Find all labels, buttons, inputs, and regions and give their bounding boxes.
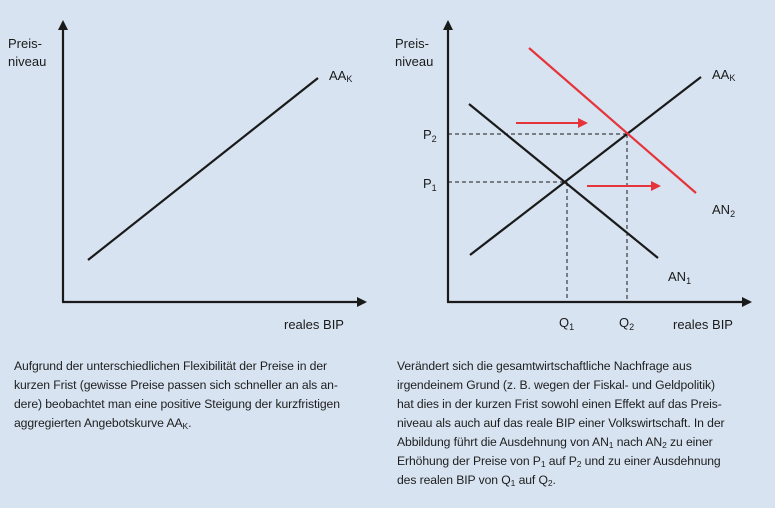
q2-label: Q2 xyxy=(619,315,634,332)
p1-label: P1 xyxy=(423,176,437,193)
left-supply-curve xyxy=(87,77,319,261)
an2-label: AN2 xyxy=(712,202,735,219)
left-supply-label: AAK xyxy=(329,68,352,84)
left-caption: Aufgrund der unterschiedlichen Flexibili… xyxy=(14,357,384,433)
left-diagram: Preis- niveau reales BIP AAK xyxy=(8,20,367,332)
right-y-label-2: niveau xyxy=(395,54,433,69)
right-caption-line-2: irgendeinem Grund (z. B. wegen der Fiska… xyxy=(397,378,715,392)
left-caption-line-1: Aufgrund der unterschiedlichen Flexibili… xyxy=(14,359,327,373)
demand-curve-an2 xyxy=(528,47,697,194)
left-caption-line-3: dere) beobachtet man eine positive Steig… xyxy=(14,397,340,411)
left-caption-line-2: kurzen Frist (gewisse Preise passen sich… xyxy=(14,378,338,392)
right-caption-line-5: Abbildung führt die Ausdehnung von AN1 n… xyxy=(397,435,713,450)
right-diagram: Preis- niveau reales BIP AAK AN2 AN1 P2 … xyxy=(395,20,752,332)
right-supply-label: AAK xyxy=(712,67,735,83)
an1-label: AN1 xyxy=(668,269,691,286)
left-x-label: reales BIP xyxy=(284,317,344,332)
left-caption-line-4: aggregierten Angebotskurve AAK. xyxy=(14,416,192,431)
p2-label: P2 xyxy=(423,127,437,144)
right-caption-line-4: niveau als auch auf das reale BIP einer … xyxy=(397,416,725,430)
right-caption: Verändert sich die gesamtwirtschaftliche… xyxy=(397,357,767,490)
right-y-label-1: Preis- xyxy=(395,36,429,51)
right-caption-line-3: hat dies in der kurzen Frist sowohl eine… xyxy=(397,397,722,411)
right-x-label: reales BIP xyxy=(673,317,733,332)
q1-label: Q1 xyxy=(559,315,574,332)
left-y-label-2: niveau xyxy=(8,54,46,69)
right-caption-line-6: Erhöhung der Preise von P1 auf P2 und zu… xyxy=(397,454,721,469)
right-caption-line-7: des realen BIP von Q1 auf Q2. xyxy=(397,473,556,488)
right-caption-line-1: Verändert sich die gesamtwirtschaftliche… xyxy=(397,359,692,373)
left-y-label-1: Preis- xyxy=(8,36,42,51)
